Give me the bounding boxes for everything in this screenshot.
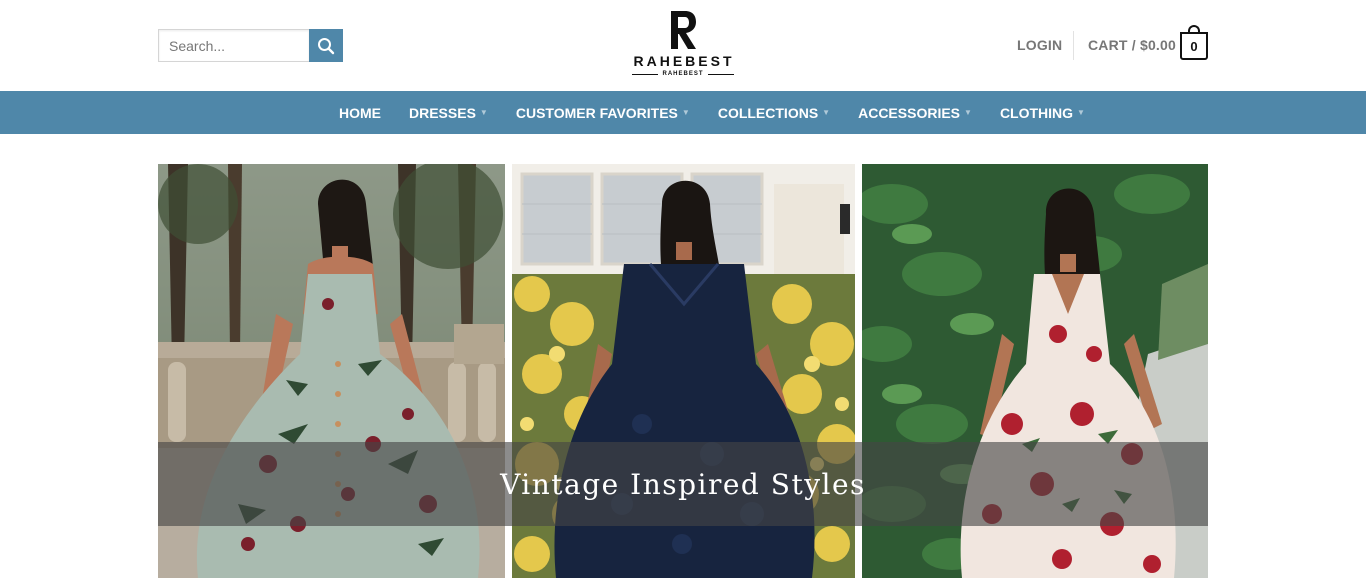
logo-rule-right bbox=[707, 73, 734, 75]
nav-item-label: HOME bbox=[339, 104, 381, 121]
chevron-down-icon: ▼ bbox=[479, 108, 488, 117]
site-header: RAHEBEST RAHEBEST LOGIN CART / $0.00 0 bbox=[0, 0, 1366, 91]
site-logo[interactable]: RAHEBEST RAHEBEST bbox=[630, 9, 736, 85]
chevron-down-icon: ▼ bbox=[822, 108, 831, 117]
chevron-down-icon: ▼ bbox=[964, 108, 972, 117]
cart-link[interactable]: CART / $0.00 bbox=[1088, 37, 1176, 53]
nav-item-label: DRESSES bbox=[409, 104, 476, 121]
nav-item-clothing[interactable]: CLOTHING ▼ bbox=[1000, 105, 1085, 121]
search-form bbox=[158, 29, 343, 62]
nav-item-home[interactable]: HOME bbox=[339, 105, 381, 121]
header-divider bbox=[1073, 31, 1074, 60]
logo-name: RAHEBEST bbox=[633, 53, 735, 69]
logo-rule-left bbox=[632, 73, 659, 75]
nav-list: HOME DRESSES ▼ CUSTOMER FAVORITES ▼ COLL… bbox=[339, 91, 1113, 134]
nav-item-label: ACCESSORIES bbox=[858, 104, 961, 121]
chevron-down-icon: ▼ bbox=[681, 108, 690, 117]
nav-item-label: CLOTHING bbox=[999, 104, 1074, 121]
logo-mark-icon bbox=[671, 11, 696, 49]
cart-count-badge[interactable]: 0 bbox=[1180, 32, 1208, 60]
hero-banner[interactable]: Vintage Inspired Styles bbox=[158, 164, 1208, 578]
search-button[interactable] bbox=[309, 29, 343, 62]
nav-item-collections[interactable]: COLLECTIONS ▼ bbox=[718, 105, 830, 121]
nav-item-label: COLLECTIONS bbox=[717, 104, 819, 121]
search-input[interactable] bbox=[158, 29, 309, 62]
main-nav: HOME DRESSES ▼ CUSTOMER FAVORITES ▼ COLL… bbox=[0, 91, 1366, 134]
search-icon bbox=[318, 37, 335, 54]
nav-item-customer-favorites[interactable]: CUSTOMER FAVORITES ▼ bbox=[516, 105, 690, 121]
hero-caption: Vintage Inspired Styles bbox=[500, 467, 866, 501]
nav-item-label: CUSTOMER FAVORITES bbox=[515, 104, 678, 121]
login-link[interactable]: LOGIN bbox=[1017, 37, 1062, 53]
logo-subtext: RAHEBEST bbox=[662, 71, 704, 77]
logo-subline: RAHEBEST bbox=[630, 71, 736, 77]
chevron-down-icon: ▼ bbox=[1077, 108, 1085, 117]
nav-item-dresses[interactable]: DRESSES ▼ bbox=[409, 105, 488, 121]
nav-item-accessories[interactable]: ACCESSORIES ▼ bbox=[858, 105, 972, 121]
